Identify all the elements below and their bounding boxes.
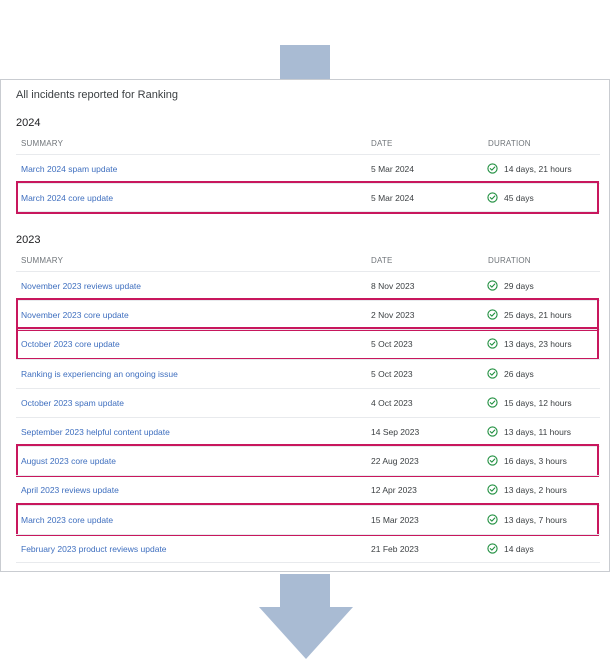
- check-circle-icon: [487, 280, 498, 291]
- check-circle-icon: [487, 309, 498, 320]
- incident-date: 15 Mar 2023: [371, 514, 419, 525]
- section-year-2024: 2024: [16, 117, 41, 129]
- check-circle-icon: [487, 426, 498, 437]
- down-arrow-stem-bottom: [280, 574, 330, 608]
- incident-duration: 26 days: [504, 368, 534, 379]
- panel-title: All incidents reported for Ranking: [16, 89, 179, 101]
- table-row[interactable]: April 2023 reviews update 12 Apr 2023 13 …: [16, 475, 600, 504]
- incident-date: 5 Oct 2023: [371, 368, 413, 379]
- incident-date: 22 Aug 2023: [371, 456, 419, 467]
- incident-summary-link[interactable]: November 2023 reviews update: [21, 281, 141, 291]
- incident-date: 8 Nov 2023: [371, 281, 415, 291]
- incident-summary-link[interactable]: August 2023 core update: [21, 456, 116, 466]
- table-row[interactable]: November 2023 reviews update 8 Nov 2023 2…: [16, 271, 600, 300]
- incident-summary-link[interactable]: April 2023 reviews update: [21, 485, 119, 495]
- incident-summary-link[interactable]: March 2024 core update: [21, 193, 113, 203]
- incident-duration: 15 days, 12 hours: [504, 397, 572, 408]
- check-circle-icon: [487, 484, 498, 496]
- incident-duration: 13 days, 2 hours: [504, 485, 567, 496]
- incident-date: 2 Nov 2023: [371, 310, 415, 321]
- incident-duration: 16 days, 3 hours: [504, 456, 567, 467]
- column-header-date: DATE: [371, 139, 393, 148]
- incident-summary-link[interactable]: February 2023 product reviews update: [21, 544, 167, 554]
- incident-duration: 14 days, 21 hours: [504, 164, 572, 174]
- table-row[interactable]: Ranking is experiencing an ongoing issue…: [16, 358, 600, 388]
- table-row[interactable]: March 2023 core update 15 Mar 2023 13 day…: [16, 504, 600, 534]
- incidents-panel: All incidents reported for Ranking 2024 …: [0, 79, 610, 572]
- incident-summary-link[interactable]: October 2023 spam update: [21, 398, 124, 408]
- incident-summary-link[interactable]: October 2023 core update: [21, 339, 120, 349]
- column-header-date: DATE: [371, 256, 393, 265]
- incident-summary-link[interactable]: November 2023 core update: [21, 310, 129, 320]
- check-circle-icon: [487, 455, 498, 466]
- incident-summary-link[interactable]: March 2024 spam update: [21, 164, 117, 174]
- incident-date: 5 Oct 2023: [371, 339, 413, 350]
- check-circle-icon: [487, 397, 498, 408]
- incident-date: 5 Mar 2024: [371, 164, 414, 174]
- table-row[interactable]: October 2023 spam update 4 Oct 2023 15 da…: [16, 387, 600, 417]
- table-row[interactable]: August 2023 core update 22 Aug 2023 16 da…: [16, 446, 600, 475]
- incident-duration: 13 days, 11 hours: [504, 427, 571, 437]
- check-circle-icon: [487, 338, 498, 350]
- table-row[interactable]: November 2023 core update 2 Nov 2023 25 d…: [16, 300, 600, 329]
- column-header-duration: DURATION: [488, 256, 531, 265]
- table-row[interactable]: February 2023 product reviews update 21 F…: [16, 533, 600, 563]
- incident-date: 4 Oct 2023: [371, 397, 413, 408]
- table-row[interactable]: March 2024 core update 5 Mar 2024 45 days: [16, 183, 600, 213]
- down-arrow-stem-top: [280, 45, 330, 80]
- incident-date: 21 Feb 2023: [371, 543, 419, 554]
- incident-duration: 29 days: [504, 281, 534, 291]
- incident-duration: 13 days, 7 hours: [504, 514, 567, 525]
- incident-date: 14 Sep 2023: [371, 427, 420, 437]
- check-circle-icon: [487, 367, 498, 379]
- check-circle-icon: [487, 163, 498, 174]
- section-year-2023: 2023: [16, 234, 41, 246]
- table-row[interactable]: March 2024 spam update 5 Mar 2024 14 days…: [16, 154, 600, 183]
- incident-summary-link[interactable]: March 2023 core update: [21, 515, 113, 525]
- check-circle-icon: [487, 513, 498, 525]
- table-row[interactable]: October 2023 core update 5 Oct 2023 13 da…: [16, 329, 600, 358]
- check-circle-icon: [487, 192, 498, 203]
- incident-duration: 25 days, 21 hours: [504, 310, 572, 321]
- incident-date: 5 Mar 2024: [371, 193, 414, 204]
- column-header-summary: SUMMARY: [21, 139, 64, 148]
- incident-duration: 13 days, 23 hours: [504, 339, 572, 350]
- incident-date: 12 Apr 2023: [371, 485, 417, 496]
- table-row[interactable]: September 2023 helpful content update 14 …: [16, 417, 600, 446]
- check-circle-icon: [487, 543, 498, 554]
- incident-summary-link[interactable]: Ranking is experiencing an ongoing issue: [21, 369, 178, 379]
- column-header-summary: SUMMARY: [21, 256, 64, 265]
- column-header-duration: DURATION: [488, 139, 531, 148]
- incident-duration: 45 days: [504, 193, 534, 204]
- incident-duration: 14 days: [504, 543, 534, 554]
- down-arrow-head-icon: [259, 607, 353, 659]
- incident-summary-link[interactable]: September 2023 helpful content update: [21, 427, 170, 437]
